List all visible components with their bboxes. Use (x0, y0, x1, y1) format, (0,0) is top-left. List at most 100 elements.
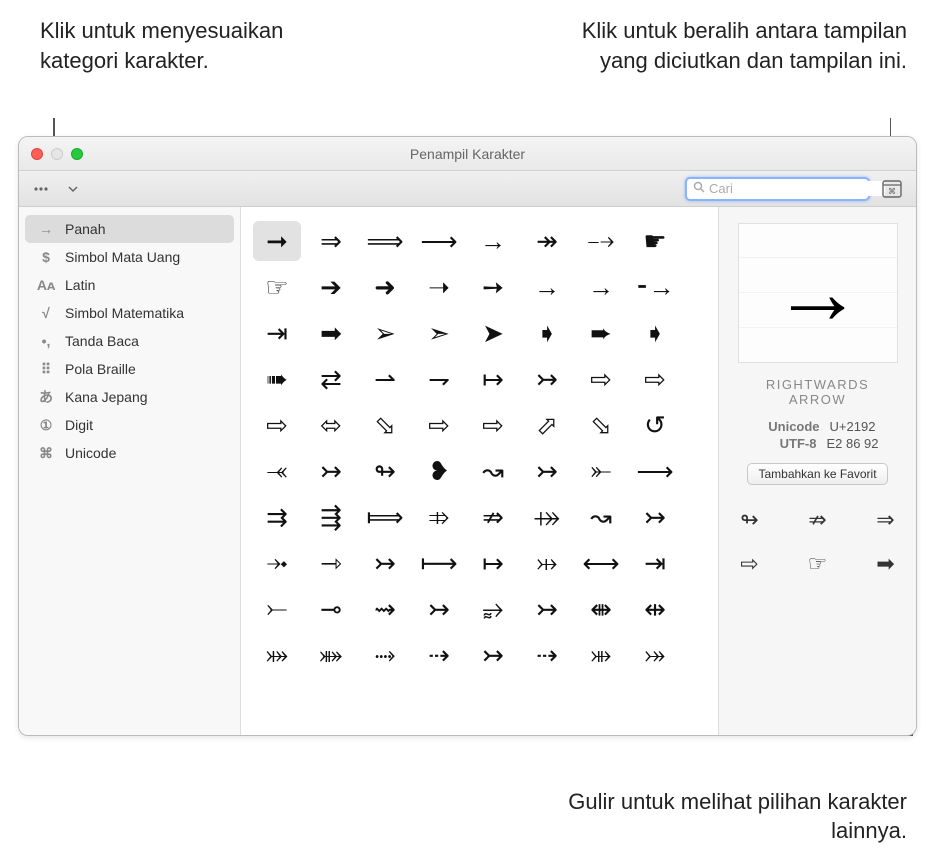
add-to-favorites-button[interactable]: Tambahkan ke Favorit (747, 463, 887, 485)
character-cell[interactable]: ⤔ (523, 543, 571, 583)
character-cell[interactable]: ⟹ (361, 221, 409, 261)
character-cell[interactable]: ⇉ (253, 497, 301, 537)
character-cell[interactable]: ⤃ (415, 497, 463, 537)
character-cell[interactable]: ⇥ (631, 543, 679, 583)
font-variant[interactable]: ⇨ (729, 547, 775, 581)
character-cell[interactable]: ⤑ (361, 635, 409, 675)
character-cell[interactable]: ↣ (631, 497, 679, 537)
font-variant[interactable]: ☞ (793, 547, 843, 581)
character-cell[interactable]: ⤖ (631, 635, 679, 675)
character-cell[interactable]: ⤜ (577, 451, 625, 491)
character-cell[interactable]: ➙ (469, 267, 517, 307)
character-cell[interactable]: ↣ (361, 543, 409, 583)
character-cell[interactable]: ↣ (415, 589, 463, 629)
sidebar-item-unicode[interactable]: ⌘Unicode (19, 439, 240, 467)
sidebar-item-tanda-baca[interactable]: •,Tanda Baca (19, 327, 240, 355)
character-cell[interactable]: ↺ (631, 405, 679, 445)
character-cell[interactable]: ➜ (361, 267, 409, 307)
character-cell[interactable]: ➝ (415, 267, 463, 307)
character-cell[interactable]: ⇨ (631, 359, 679, 399)
character-cell[interactable]: ↣ (523, 589, 571, 629)
character-cell[interactable]: → (469, 221, 517, 261)
character-cell[interactable]: ⇢ (523, 635, 571, 675)
character-cell[interactable]: ➤ (469, 313, 517, 353)
font-variant[interactable]: ⇏ (793, 503, 843, 537)
character-cell[interactable]: ➣ (415, 313, 463, 353)
character-cell[interactable]: ↝ (469, 451, 517, 491)
sidebar-item-simbol-matematika[interactable]: √Simbol Matematika (19, 299, 240, 327)
character-cell[interactable]: ⟶ (415, 221, 463, 261)
search-input[interactable] (709, 181, 885, 196)
sidebar-item-panah[interactable]: →Panah (25, 215, 234, 243)
character-cell[interactable]: ⤀ (523, 497, 571, 537)
character-cell[interactable]: ➡ (307, 313, 355, 353)
character-cell[interactable]: ➠ (253, 359, 301, 399)
character-cell[interactable]: ⤕ (577, 635, 625, 675)
character-cell[interactable]: ⟾ (361, 497, 409, 537)
character-cell[interactable]: → (577, 267, 625, 307)
font-variant[interactable]: ↬ (729, 503, 775, 537)
character-cell[interactable]: ↣ (307, 451, 355, 491)
character-cell[interactable]: ⇀ (361, 359, 409, 399)
character-cell[interactable]: ⥵ (469, 589, 517, 629)
character-cell[interactable]: ☛ (631, 221, 679, 261)
character-cell[interactable]: ↣ (523, 451, 571, 491)
character-cell[interactable]: ➨ (577, 313, 625, 353)
character-cell[interactable]: ⬂ (361, 405, 409, 445)
character-cell[interactable]: ⬂ (577, 405, 625, 445)
font-variant[interactable]: ⇒ (861, 503, 907, 537)
character-cell[interactable]: ➧ (631, 313, 679, 353)
character-cell[interactable]: ⤛ (253, 451, 301, 491)
sidebar-item-kana-jepang[interactable]: あKana Jepang (19, 383, 240, 411)
character-cell[interactable]: ➧ (523, 313, 571, 353)
character-cell[interactable]: ➢ (361, 313, 409, 353)
character-cell[interactable]: ⟼ (415, 543, 463, 583)
character-cell[interactable]: ⬀ (523, 405, 571, 445)
character-cell[interactable]: ↦ (469, 543, 517, 583)
sidebar-item-latin[interactable]: AᴀLatin (19, 271, 240, 299)
collapse-view-button[interactable]: ⌘ (878, 177, 906, 201)
character-cell[interactable]: ⤍ (577, 221, 625, 261)
character-cell[interactable]: ⤘ (307, 635, 355, 675)
character-cell[interactable]: ⇾ (307, 543, 355, 583)
sidebar-item-pola-braille[interactable]: ⠿Pola Braille (19, 355, 240, 383)
character-cell[interactable]: → (523, 267, 571, 307)
character-cell[interactable]: ⇼ (577, 589, 625, 629)
character-cell[interactable]: ⇹ (631, 589, 679, 629)
character-cell[interactable]: ☞ (253, 267, 301, 307)
font-variant[interactable]: ➡ (861, 547, 907, 581)
character-cell[interactable]: ⬄ (307, 405, 355, 445)
sidebar-item-simbol-mata-uang[interactable]: $Simbol Mata Uang (19, 243, 240, 271)
character-cell[interactable]: ⇨ (253, 405, 301, 445)
character-cell[interactable]: ➔ (307, 267, 355, 307)
character-cell[interactable]: ⤞ (253, 543, 301, 583)
character-cell[interactable]: ⇏ (469, 497, 517, 537)
character-cell[interactable]: ⟷ (577, 543, 625, 583)
character-cell[interactable]: ⇝ (361, 589, 409, 629)
character-cell[interactable]: ↣ (523, 359, 571, 399)
character-cell[interactable]: ↣ (469, 635, 517, 675)
search-field[interactable] (685, 177, 870, 201)
character-cell[interactable]: ⇨ (469, 405, 517, 445)
character-cell[interactable]: ⁃→ (631, 267, 679, 307)
character-cell[interactable]: ↠ (523, 221, 571, 261)
character-cell[interactable]: ⊸ (307, 589, 355, 629)
character-cell[interactable]: ⇢ (415, 635, 463, 675)
character-cell[interactable]: ⤗ (253, 635, 301, 675)
settings-icon[interactable] (29, 178, 53, 200)
character-cell[interactable]: ⇶ (307, 497, 355, 537)
character-cell[interactable]: ⇨ (577, 359, 625, 399)
character-cell[interactable]: ⇥ (253, 313, 301, 353)
character-cell[interactable]: ⇒ (307, 221, 355, 261)
character-cell[interactable]: ➞ (253, 221, 301, 261)
character-cell[interactable]: ⟶ (631, 451, 679, 491)
character-cell[interactable]: ↦ (469, 359, 517, 399)
character-cell[interactable]: ⇁ (415, 359, 463, 399)
character-cell[interactable]: ❥ (415, 451, 463, 491)
character-cell[interactable]: ⤚ (253, 589, 301, 629)
character-cell[interactable]: ↝ (577, 497, 625, 537)
sidebar-item-digit[interactable]: ①Digit (19, 411, 240, 439)
dropdown-icon[interactable] (61, 178, 85, 200)
character-cell[interactable]: ⇄ (307, 359, 355, 399)
character-cell[interactable]: ⇨ (415, 405, 463, 445)
